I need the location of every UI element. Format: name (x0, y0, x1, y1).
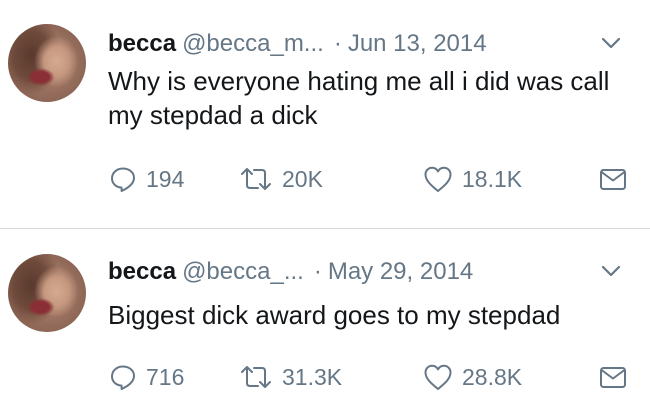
envelope-icon (600, 367, 626, 388)
tweet-actions: 194 20K 18.1K (108, 162, 638, 196)
tweet-text: Why is everyone hating me all i did was … (108, 66, 610, 130)
like-button[interactable]: 28.8K (422, 360, 522, 394)
user-handle[interactable]: @becca_... (182, 258, 304, 285)
tweet-date[interactable]: May 29, 2014 (328, 258, 473, 285)
chevron-down-icon[interactable] (600, 34, 622, 52)
tweet-text: Biggest dick award goes to my stepdad (108, 300, 561, 330)
reply-button[interactable]: 194 (108, 162, 184, 196)
retweet-icon (241, 366, 271, 388)
reply-button[interactable]: 716 (108, 360, 184, 394)
chevron-down-icon[interactable] (600, 262, 622, 280)
tweet-date[interactable]: Jun 13, 2014 (348, 30, 487, 57)
reply-count: 716 (146, 364, 185, 390)
direct-message-button[interactable] (598, 360, 628, 394)
tweet[interactable]: becca @becca_... · May 29, 2014 Biggest dic… (0, 236, 650, 400)
avatar[interactable] (8, 24, 86, 102)
heart-icon (424, 364, 452, 390)
user-handle[interactable]: @becca_m... (182, 30, 324, 57)
user-name[interactable]: becca (108, 30, 176, 57)
like-button[interactable]: 18.1K (422, 162, 522, 196)
retweet-icon (241, 168, 271, 190)
heart-icon (424, 166, 452, 192)
user-name[interactable]: becca (108, 258, 176, 285)
retweet-count: 20K (282, 166, 323, 192)
reply-count: 194 (146, 166, 185, 192)
retweet-button[interactable]: 20K (238, 162, 323, 196)
tweet-header: becca @becca_m... · Jun 13, 2014 (108, 28, 630, 60)
like-count: 18.1K (462, 166, 523, 192)
avatar[interactable] (8, 254, 86, 332)
like-count: 28.8K (462, 364, 523, 390)
tweet-actions: 716 31.3K 28.8K (108, 360, 638, 394)
tweet[interactable]: becca @becca_m... · Jun 13, 2014 Why is eve… (0, 0, 650, 225)
separator: · (333, 30, 342, 57)
tweet-header: becca @becca_... · May 29, 2014 (108, 256, 630, 288)
reply-icon (111, 365, 135, 390)
retweet-button[interactable]: 31.3K (238, 360, 342, 394)
separator: · (313, 258, 322, 285)
reply-icon (111, 167, 135, 192)
tweet-divider (0, 228, 650, 229)
retweet-count: 31.3K (282, 364, 343, 390)
direct-message-button[interactable] (598, 162, 628, 196)
envelope-icon (600, 169, 626, 190)
